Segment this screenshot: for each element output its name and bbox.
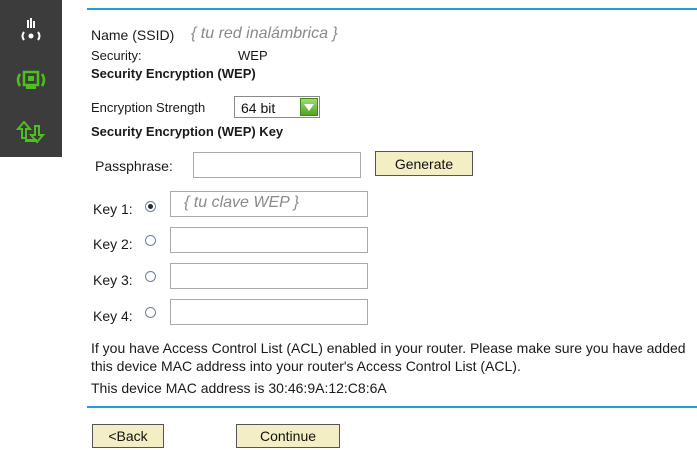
key3-label: Key 3: — [93, 272, 133, 288]
section-key-title: Security Encryption (WEP) Key — [91, 124, 284, 139]
key1-value: { tu clave WEP } — [184, 194, 300, 211]
continue-button[interactable]: Continue — [236, 424, 340, 448]
key1-input[interactable]: { tu clave WEP } — [170, 191, 368, 217]
passphrase-label: Passphrase: — [95, 158, 173, 174]
key3-radio[interactable] — [145, 271, 156, 282]
strength-label: Encryption Strength — [91, 100, 206, 115]
key2-label: Key 2: — [93, 236, 133, 252]
key2-radio[interactable] — [145, 235, 156, 246]
top-divider — [87, 8, 697, 10]
ssid-label: Name (SSID) — [91, 27, 175, 43]
chevron-down-icon[interactable] — [300, 98, 318, 116]
key4-radio[interactable] — [145, 307, 156, 318]
wifi-router-icon[interactable] — [10, 12, 52, 48]
encryption-strength-value: 64 bit — [241, 100, 276, 116]
back-button[interactable]: <Back — [92, 424, 164, 448]
encryption-strength-select[interactable]: 64 bit — [234, 96, 320, 118]
security-value: WEP — [238, 48, 268, 63]
section-encryption-title: Security Encryption (WEP) — [91, 66, 256, 81]
key2-input[interactable] — [170, 227, 368, 253]
key4-label: Key 4: — [93, 308, 133, 324]
key4-input[interactable] — [170, 299, 368, 325]
key1-radio[interactable] — [145, 201, 156, 212]
key1-label: Key 1: — [93, 201, 133, 217]
passphrase-input[interactable] — [193, 152, 361, 178]
security-label: Security: — [91, 48, 142, 63]
mac-address-note: This device MAC address is 30:46:9A:12:C… — [91, 380, 387, 396]
acl-note: If you have Access Control List (ACL) en… — [91, 340, 686, 374]
bottom-divider — [87, 406, 697, 408]
ssid-value: { tu red inalámbrica } — [191, 25, 338, 42]
sidebar — [0, 0, 62, 157]
generate-button[interactable]: Generate — [375, 151, 473, 176]
wireless-adapter-icon[interactable] — [10, 62, 52, 98]
key3-input[interactable] — [170, 263, 368, 289]
transfer-arrows-icon[interactable] — [10, 114, 52, 150]
